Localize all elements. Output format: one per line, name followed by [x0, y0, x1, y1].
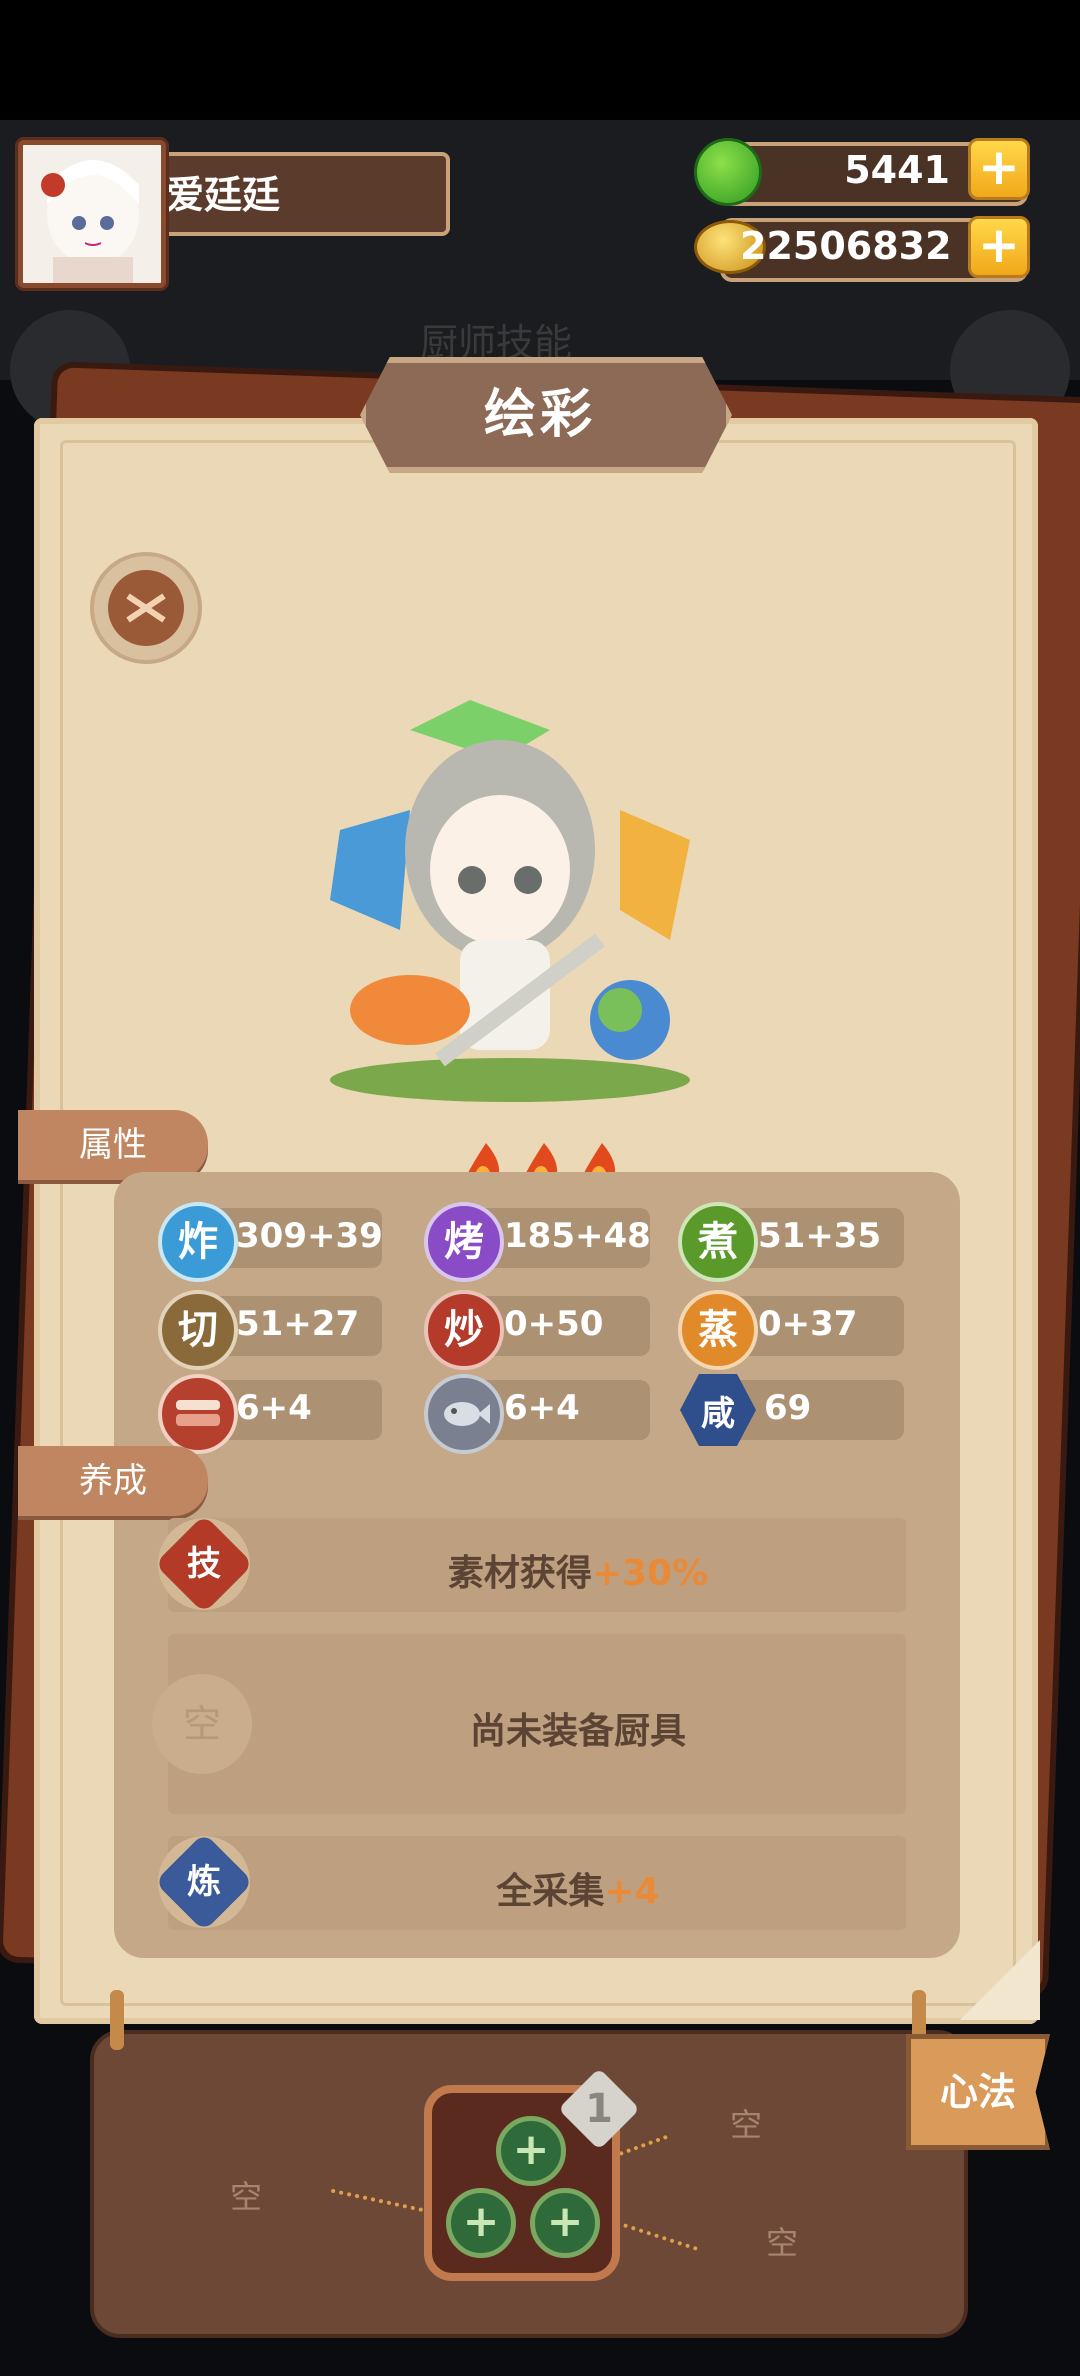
- skill-badge: 技: [187, 1544, 221, 1584]
- stat-cut: 51+27: [236, 1304, 360, 1344]
- character-illustration: [330, 700, 690, 1102]
- add-coins-button[interactable]: +: [968, 216, 1030, 278]
- refine-text: 全采集: [496, 1871, 605, 1912]
- cut-icon: 切: [158, 1290, 238, 1370]
- fry-icon: 炸: [158, 1202, 238, 1282]
- stat-roast: 185+48: [504, 1216, 651, 1256]
- equipment-slot-empty[interactable]: 空: [152, 1674, 252, 1774]
- empty-slot-left[interactable]: 空: [230, 2172, 262, 2218]
- empty-slot-bottom-right[interactable]: 空: [766, 2218, 798, 2264]
- page-pin: [110, 1990, 124, 2050]
- coin-amount: 22506832: [740, 224, 952, 268]
- tab-cultivation[interactable]: 养成: [18, 1446, 208, 1516]
- tab-attributes[interactable]: 属性: [18, 1110, 208, 1180]
- stat-salty: 69: [764, 1388, 812, 1428]
- equipment-text: 尚未装备厨具: [469, 1711, 686, 1752]
- avatar[interactable]: [18, 140, 166, 288]
- stirfry-icon: 炒: [424, 1290, 504, 1370]
- craft-icon[interactable]: [90, 552, 202, 664]
- meat-icon: [158, 1374, 238, 1454]
- stat-stirfry: 0+50: [504, 1304, 604, 1344]
- stat-boil: 51+35: [758, 1216, 882, 1256]
- refine-description: 全采集+4: [250, 1862, 906, 1914]
- skill-description: 素材获得+30%: [250, 1544, 906, 1596]
- jade-amount: 5441: [844, 148, 950, 192]
- add-jade-button[interactable]: +: [968, 138, 1030, 200]
- refine-bonus: +4: [604, 1871, 660, 1912]
- skill-bonus: +30%: [591, 1553, 709, 1594]
- salty-icon: 咸: [701, 1394, 735, 1434]
- stat-meat: 6+4: [236, 1388, 312, 1428]
- add-skill-button[interactable]: +: [446, 2188, 516, 2258]
- status-bar: [0, 0, 1080, 120]
- steam-icon: 蒸: [678, 1290, 758, 1370]
- page-title: 绘彩: [483, 385, 596, 445]
- refine-badge: 炼: [187, 1862, 221, 1902]
- roast-icon: 烤: [424, 1202, 504, 1282]
- skill-text: 素材获得: [447, 1553, 592, 1594]
- empty-slot-top-right[interactable]: 空: [730, 2100, 762, 2146]
- add-skill-button[interactable]: +: [496, 2116, 566, 2186]
- boil-icon: 煮: [678, 1202, 758, 1282]
- mind-method-button[interactable]: 心法: [906, 2034, 1050, 2150]
- level-badge: 1: [585, 2086, 613, 2132]
- fish-icon: [424, 1374, 504, 1454]
- stat-fish: 6+4: [504, 1388, 580, 1428]
- stat-fry: 309+39: [236, 1216, 383, 1256]
- player-name: 爱廷廷: [166, 173, 281, 217]
- add-skill-button[interactable]: +: [530, 2188, 600, 2258]
- stat-steam: 0+37: [758, 1304, 858, 1344]
